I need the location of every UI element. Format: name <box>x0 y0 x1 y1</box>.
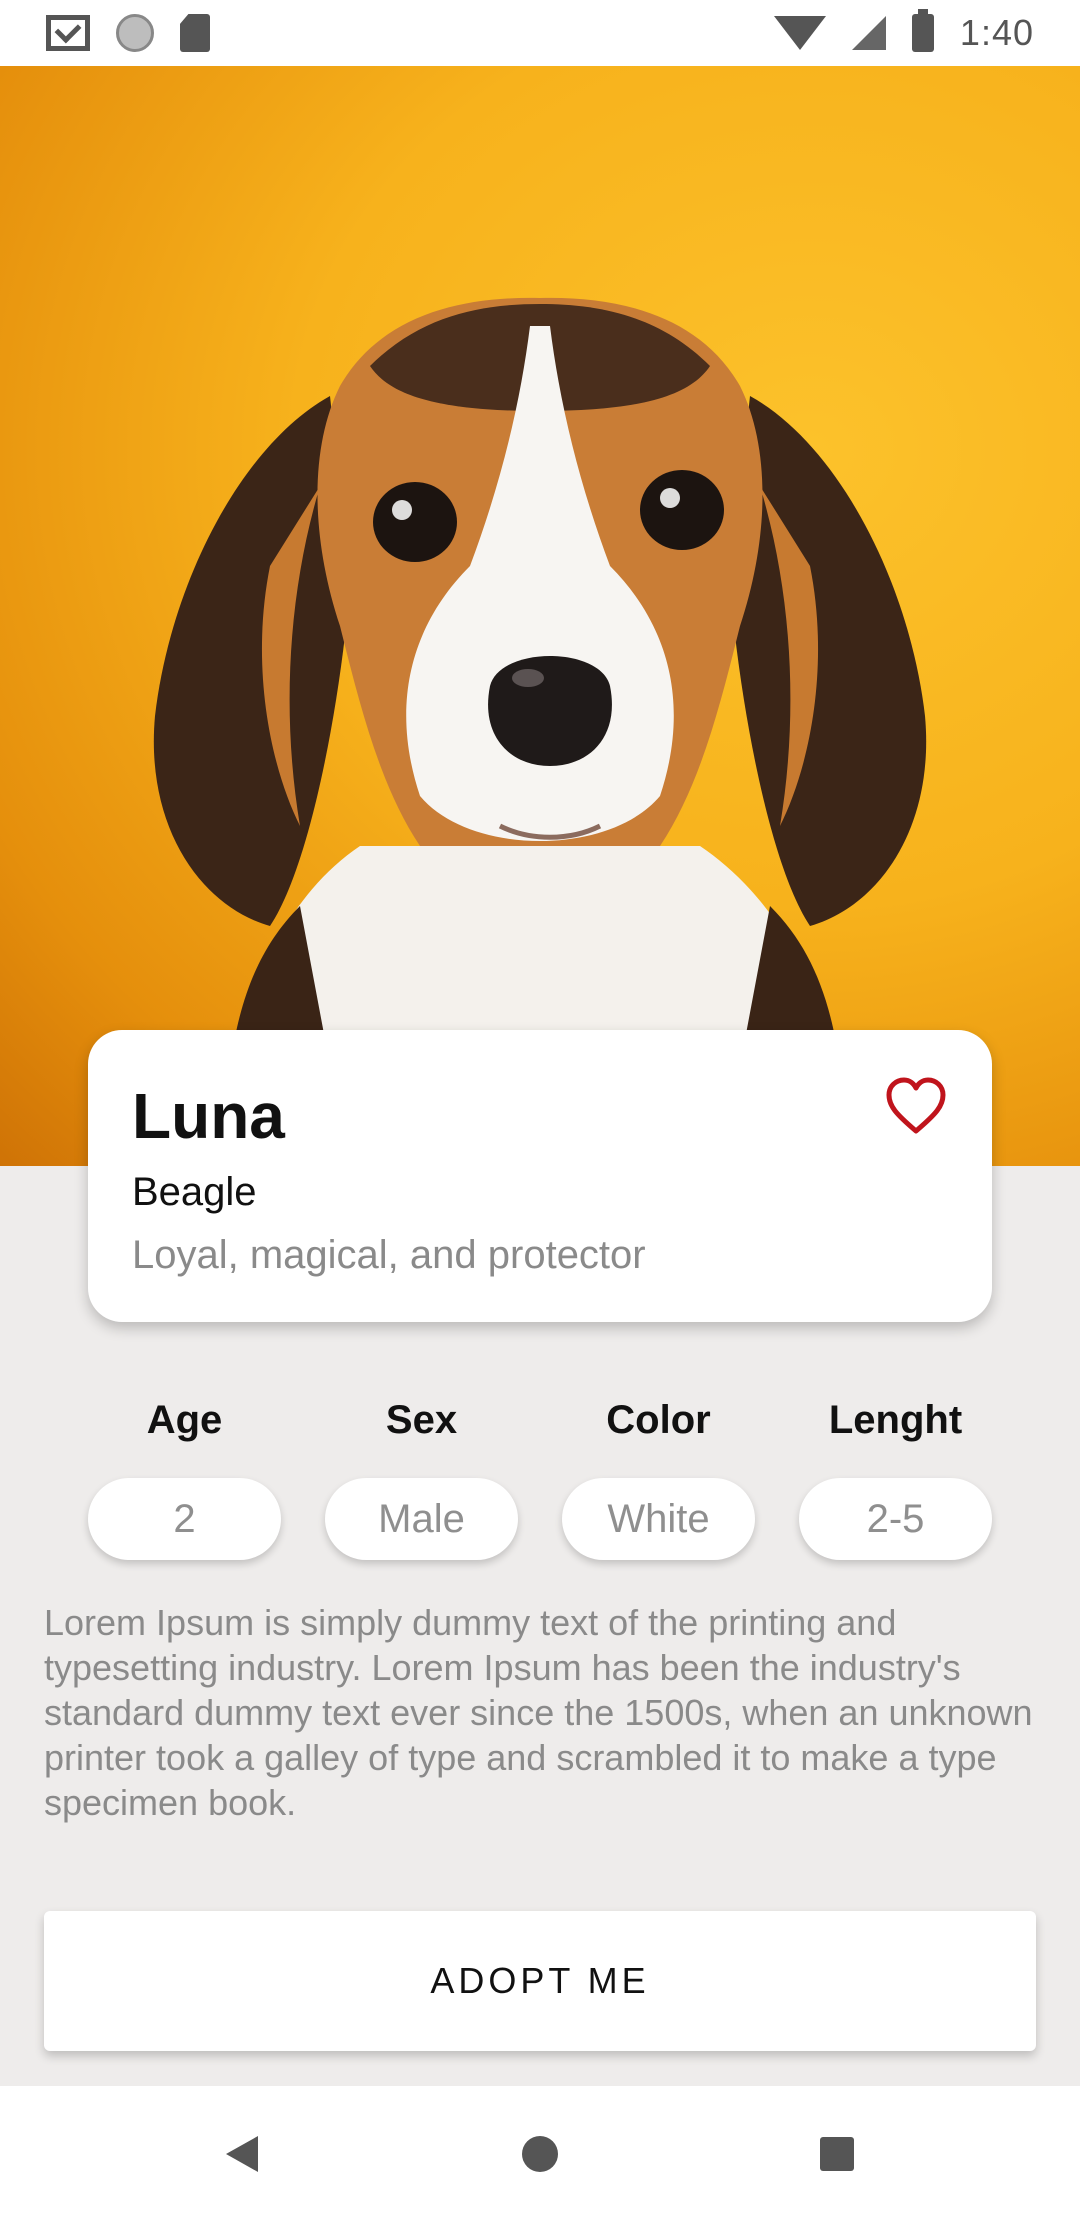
attribute-label: Lenght <box>828 1398 963 1442</box>
status-left-icons <box>46 14 210 52</box>
beagle-puppy-photo <box>153 297 927 1066</box>
wifi-icon <box>773 16 826 50</box>
back-icon[interactable] <box>226 2136 258 2172</box>
recents-icon[interactable] <box>820 2137 854 2171</box>
pet-breed: Beagle <box>132 1170 257 1214</box>
adopt-me-button[interactable]: ADOPT ME <box>44 1911 1036 2051</box>
home-icon[interactable] <box>522 2136 558 2172</box>
attribute-label: Color <box>606 1398 711 1442</box>
sd-card-icon <box>180 14 210 52</box>
signal-icon <box>851 16 886 50</box>
attribute-value: White <box>562 1478 755 1560</box>
pet-attributes: Age 2 Sex Male Color White Lenght 2-5 <box>88 1392 992 1560</box>
heart-outline-icon[interactable] <box>884 1076 948 1136</box>
pet-description: Lorem Ipsum is simply dummy text of the … <box>44 1602 1033 1823</box>
attribute-value: 2 <box>88 1478 281 1560</box>
status-bar: 1:40 <box>0 0 1080 66</box>
attribute-sex: Sex Male <box>325 1392 518 1560</box>
status-right-icons: 1:40 <box>773 9 1034 54</box>
attribute-length: Lenght 2-5 <box>799 1392 992 1560</box>
attribute-color: Color White <box>562 1392 755 1560</box>
gmail-icon <box>46 15 90 51</box>
battery-icon <box>911 9 934 52</box>
navigation-bar <box>0 2086 1080 2220</box>
pet-info-card: Luna Beagle Loyal, magical, and protecto… <box>88 1030 992 1322</box>
pet-tagline: Loyal, magical, and protector <box>132 1233 646 1277</box>
hero-image <box>0 66 1080 1166</box>
pet-name: Luna <box>132 1080 285 1152</box>
attribute-value: Male <box>325 1478 518 1560</box>
sync-icon <box>116 14 154 52</box>
attribute-label: Sex <box>385 1398 458 1442</box>
status-time: 1:40 <box>959 12 1034 53</box>
attribute-value: 2-5 <box>799 1478 992 1560</box>
attribute-label: Age <box>146 1398 223 1442</box>
attribute-age: Age 2 <box>88 1392 281 1560</box>
